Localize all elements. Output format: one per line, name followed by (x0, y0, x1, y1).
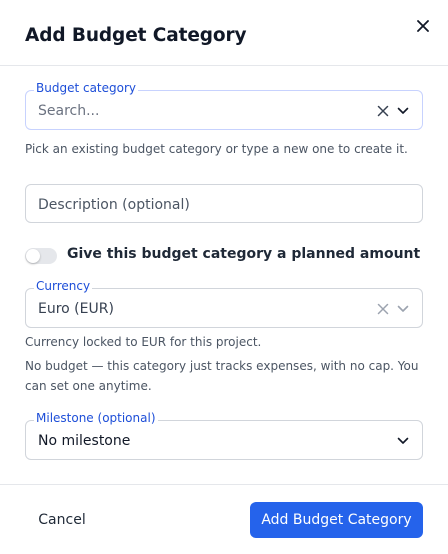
chevron-down-icon[interactable] (396, 104, 410, 118)
close-icon (417, 20, 429, 32)
milestone-select[interactable]: Milestone (optional) No milestone (25, 410, 423, 460)
budget-category-input[interactable]: Search... (38, 102, 99, 120)
planned-amount-toggle[interactable] (25, 248, 57, 264)
add-budget-category-button[interactable]: Add Budget Category (250, 502, 423, 538)
currency-label: Currency (34, 278, 93, 294)
dialog-title: Add Budget Category (25, 25, 247, 46)
description-field[interactable]: Description (optional) (25, 184, 423, 223)
clear-icon[interactable] (376, 104, 390, 118)
cancel-button[interactable]: Cancel (25, 502, 99, 538)
chevron-down-icon[interactable] (396, 434, 410, 448)
close-button[interactable] (413, 16, 433, 36)
budget-note: No budget — this category just tracks ex… (25, 359, 419, 393)
dialog-footer: Cancel Add Budget Category (0, 484, 448, 554)
planned-amount-label: Give this budget category a planned amou… (67, 246, 421, 262)
budget-category-helper-text: Pick an existing budget category or type… (25, 142, 408, 156)
milestone-value: No milestone (38, 433, 131, 449)
description-input[interactable]: Description (optional) (38, 196, 190, 214)
chevron-down-icon[interactable] (396, 302, 410, 316)
toggle-knob (26, 249, 40, 263)
currency-helper-text: Currency locked to EUR for this project. (25, 335, 262, 349)
dialog-header: Add Budget Category (0, 0, 448, 66)
currency-select[interactable]: Currency Euro (EUR) (25, 278, 423, 328)
clear-icon[interactable] (376, 302, 390, 316)
milestone-label: Milestone (optional) (34, 410, 158, 426)
budget-category-combobox[interactable]: Budget category Search... (25, 80, 423, 130)
add-budget-category-dialog: Add Budget Category Budget category Sear… (0, 0, 448, 554)
budget-category-label: Budget category (34, 80, 139, 96)
currency-value: Euro (EUR) (38, 301, 114, 317)
